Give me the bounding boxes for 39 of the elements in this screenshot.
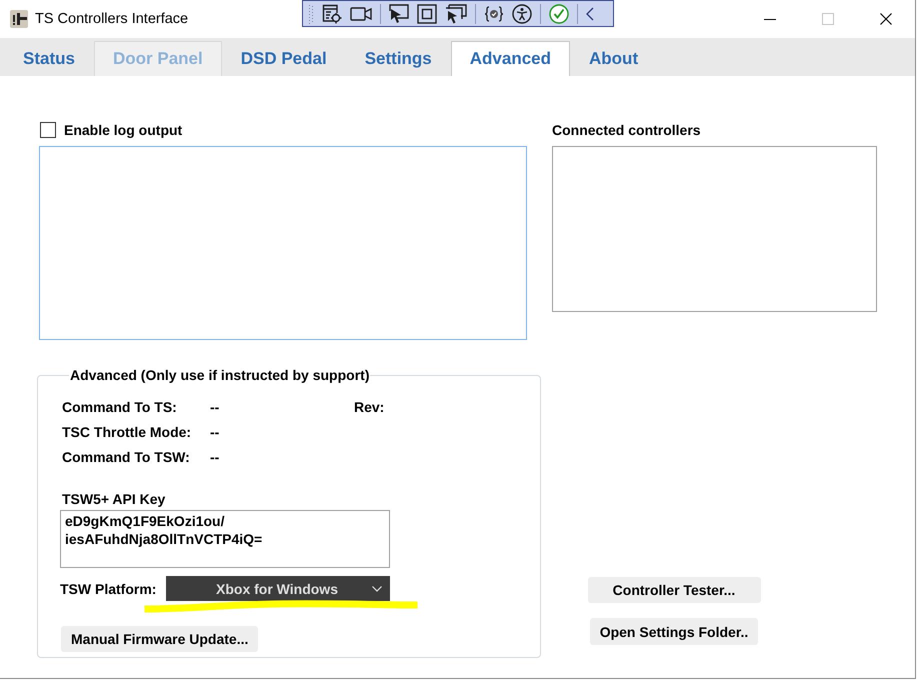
list-label: Connected controllers [552, 121, 701, 139]
tab[interactable]: Status [4, 41, 94, 76]
maximize-icon [822, 13, 834, 25]
platform-dropdown[interactable]: Xbox for Windows [166, 576, 390, 601]
field-value: -- [210, 422, 220, 440]
braces-icon[interactable] [484, 6, 504, 22]
accessibility-icon[interactable] [512, 4, 532, 24]
group-title: Advanced (Only use if instructed by support) [69, 366, 370, 384]
log-output-field[interactable] [39, 146, 527, 340]
chevron-left-icon[interactable] [586, 6, 594, 20]
window-target-icon[interactable] [322, 4, 342, 24]
field-label: Command To TS: [62, 398, 177, 416]
app-icon [10, 10, 28, 28]
open-folder-button[interactable]: Open Settings Folder.. [590, 618, 758, 645]
firmware-update-button[interactable]: Manual Firmware Update... [61, 626, 258, 652]
field-label: Command To TSW: [62, 448, 190, 466]
controller-tester-button[interactable]: Controller Tester... [588, 577, 760, 603]
close-icon [880, 13, 892, 25]
field-label: TSC Throttle Mode: [62, 422, 192, 440]
window-title: TS Controllers Interface [35, 10, 188, 28]
tab[interactable]: Advanced [450, 41, 570, 76]
cursor-select-icon[interactable] [389, 4, 409, 24]
checkbox[interactable] [40, 122, 56, 138]
tab[interactable]: About [570, 41, 658, 76]
tab[interactable]: Settings [346, 41, 451, 76]
tab[interactable]: DSD Pedal [222, 41, 346, 76]
field-label: TSW Platform: [60, 580, 156, 598]
chevron-down-icon [372, 586, 382, 592]
checkbox-label: Enable log output [64, 121, 182, 139]
check-circle-icon[interactable] [549, 4, 569, 24]
minimize-icon [764, 18, 776, 20]
field-value: -- [210, 448, 220, 466]
square-icon[interactable] [417, 4, 437, 24]
field-label: Rev: [354, 398, 384, 416]
api-key-field[interactable]: eD9gKmQ1F9EkOzi1ou/ iesAFuhdNja8OllTnVCTP4iQ= [60, 510, 390, 568]
cursor-screen-icon[interactable] [445, 4, 467, 24]
field-value: -- [210, 398, 220, 416]
camera-icon[interactable] [350, 6, 372, 22]
field-label: TSW5+ API Key [62, 490, 166, 508]
